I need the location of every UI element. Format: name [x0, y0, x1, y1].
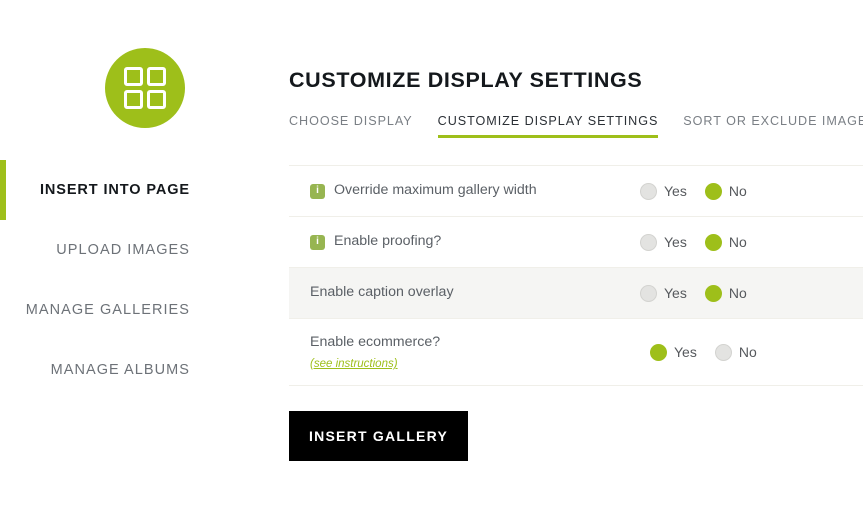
setting-label-group: i Enable proofing? — [310, 233, 630, 250]
logo-square-1 — [123, 67, 143, 86]
radio-label: No — [738, 344, 757, 360]
radio-dot — [714, 343, 732, 361]
radio-dot — [704, 182, 722, 200]
setting-label: Enable ecommerce? — [310, 333, 441, 350]
radio-label: Yes — [664, 234, 687, 250]
sidebar-item-insert-into-page[interactable]: INSERT INTO PAGE — [0, 160, 289, 220]
sidebar-item-label: MANAGE GALLERIES — [25, 302, 190, 318]
sidebar-nav: INSERT INTO PAGE UPLOAD IMAGES MANAGE GA… — [0, 160, 289, 400]
radio-yes[interactable]: Yes — [640, 284, 687, 302]
sidebar: INSERT INTO PAGE UPLOAD IMAGES MANAGE GA… — [0, 0, 289, 508]
radio-group: Yes No — [640, 284, 747, 302]
sidebar-item-label: UPLOAD IMAGES — [56, 242, 190, 258]
tab-customize-display-settings[interactable]: CUSTOMIZE DISPLAY SETTINGS — [437, 114, 659, 138]
info-icon[interactable]: i — [310, 183, 325, 199]
tab-label: CUSTOMIZE DISPLAY SETTINGS — [437, 114, 659, 128]
radio-no[interactable]: No — [704, 182, 747, 200]
see-instructions-link[interactable]: (see instructions) — [310, 358, 398, 370]
radio-dot — [640, 233, 657, 251]
radio-yes[interactable]: Yes — [640, 233, 687, 251]
radio-yes[interactable]: Yes — [640, 182, 687, 200]
main-content: CUSTOMIZE DISPLAY SETTINGS CHOOSE DISPLA… — [289, 0, 863, 508]
tab-label: SORT OR EXCLUDE IMAGES — [683, 114, 863, 128]
radio-group: Yes No — [640, 182, 747, 200]
radio-dot — [704, 233, 722, 251]
tab-label: CHOOSE DISPLAY — [289, 114, 413, 128]
setting-row-enable-ecommerce: Enable ecommerce? (see instructions) Yes… — [289, 319, 863, 386]
info-icon[interactable]: i — [310, 234, 325, 250]
tab-sort-or-exclude-images[interactable]: SORT OR EXCLUDE IMAGES — [683, 114, 863, 138]
radio-yes[interactable]: Yes — [650, 343, 697, 361]
logo-square-3 — [123, 90, 143, 109]
logo-square-2 — [146, 67, 166, 86]
active-indicator-bar — [0, 160, 6, 220]
radio-no[interactable]: No — [704, 284, 747, 302]
sidebar-item-label: MANAGE ALBUMS — [50, 362, 190, 378]
setting-label-group: Enable caption overlay — [310, 284, 630, 301]
setting-row-override-gallery-width: i Override maximum gallery width Yes No — [289, 166, 863, 217]
radio-group: Yes No — [650, 343, 757, 361]
radio-group: Yes No — [640, 233, 747, 251]
app-root: INSERT INTO PAGE UPLOAD IMAGES MANAGE GA… — [0, 0, 863, 508]
tab-bar: CHOOSE DISPLAY CUSTOMIZE DISPLAY SETTING… — [289, 114, 863, 138]
setting-row-enable-caption-overlay: Enable caption overlay Yes No — [289, 268, 863, 319]
logo-square-4 — [146, 90, 166, 109]
setting-label-group: Enable ecommerce? (see instructions) — [310, 334, 630, 370]
radio-dot — [650, 343, 667, 361]
insert-gallery-button[interactable]: INSERT GALLERY — [289, 411, 468, 461]
setting-row-enable-proofing: i Enable proofing? Yes No — [289, 217, 863, 268]
radio-dot — [640, 182, 657, 200]
radio-dot — [640, 284, 657, 302]
logo — [0, 48, 289, 140]
radio-label: Yes — [664, 285, 687, 301]
setting-label-group: i Override maximum gallery width — [310, 182, 630, 199]
radio-no[interactable]: No — [704, 233, 747, 251]
radio-no[interactable]: No — [714, 343, 757, 361]
setting-label: Enable caption overlay — [310, 284, 454, 301]
sidebar-item-manage-galleries[interactable]: MANAGE GALLERIES — [0, 280, 289, 340]
setting-label: Enable proofing? — [334, 233, 442, 250]
sidebar-item-manage-albums[interactable]: MANAGE ALBUMS — [0, 340, 289, 400]
grid-2x2-icon — [104, 48, 185, 128]
radio-label: No — [728, 285, 747, 301]
setting-label: Override maximum gallery width — [334, 182, 537, 199]
tab-choose-display[interactable]: CHOOSE DISPLAY — [289, 114, 413, 138]
radio-label: Yes — [674, 344, 697, 360]
radio-dot — [704, 284, 722, 302]
settings-list: i Override maximum gallery width Yes No — [289, 165, 863, 386]
radio-label: No — [728, 183, 747, 199]
radio-label: No — [728, 234, 747, 250]
radio-label: Yes — [664, 183, 687, 199]
sidebar-item-label: INSERT INTO PAGE — [39, 182, 190, 198]
page-title: CUSTOMIZE DISPLAY SETTINGS — [289, 68, 643, 92]
sidebar-item-upload-images[interactable]: UPLOAD IMAGES — [0, 220, 289, 280]
